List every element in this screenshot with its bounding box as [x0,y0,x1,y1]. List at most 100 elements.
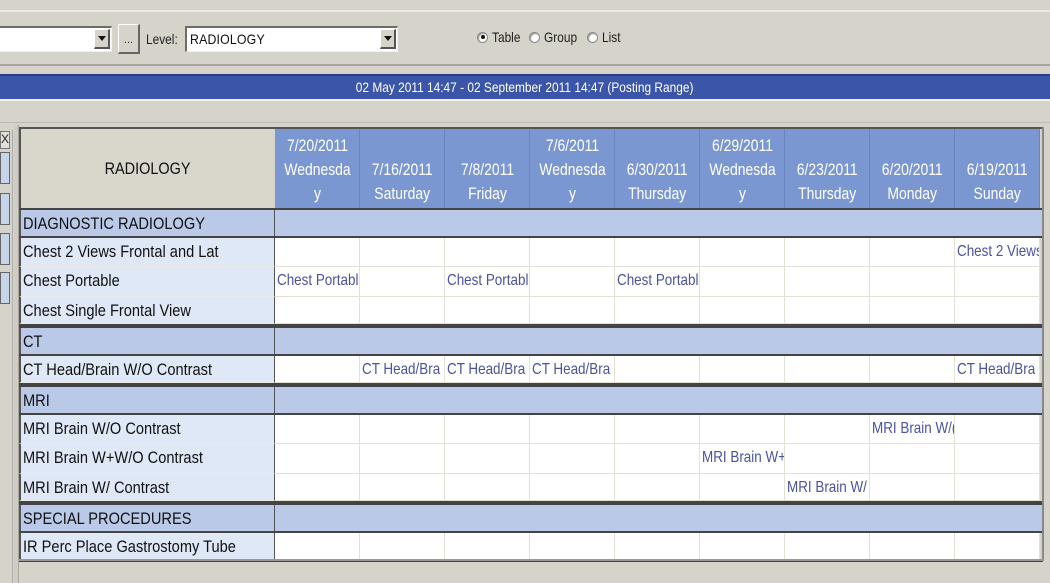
grid-cell[interactable]: MRI Brain W/ [785,473,870,501]
browse-button[interactable]: ... [118,24,140,54]
grid-cell[interactable] [700,296,785,324]
grid-cell[interactable] [360,267,445,297]
level-combo-dropdown-button[interactable] [380,29,396,49]
grid-cell[interactable] [530,444,615,474]
grid-cell[interactable] [615,296,700,324]
grid-cell[interactable] [785,532,870,560]
row-label[interactable]: Chest Single Frontal View [19,296,275,324]
grid-cell[interactable] [870,296,955,324]
left-panel-button-3[interactable] [0,233,10,265]
column-header-date[interactable]: 6/23/2011 Thursday [785,129,870,208]
grid-cell[interactable] [275,473,360,501]
column-header-date[interactable]: 6/30/2011 Thursday [615,129,700,208]
grid-cell[interactable] [275,414,360,444]
column-header-date[interactable]: 6/29/2011 Wednesda y [700,129,785,208]
column-header-date[interactable]: 6/19/2011 Sunday [955,129,1040,208]
grid-cell[interactable]: Chest Portabl [445,267,530,297]
grid-cell[interactable] [700,267,785,297]
grid-cell[interactable] [785,444,870,474]
grid-cell[interactable]: MRI Brain W/( [870,414,955,444]
grid-cell[interactable]: CT Head/Bra [445,355,530,383]
grid-cell[interactable] [615,414,700,444]
row-label[interactable]: MRI Brain W+W/O Contrast [19,444,275,474]
grid-cell[interactable] [445,473,530,501]
grid-cell[interactable] [530,237,615,267]
grid-cell[interactable]: CT Head/Bra [955,355,1040,383]
grid-cell[interactable] [700,414,785,444]
grid-cell[interactable] [360,473,445,501]
radio-table-indicator[interactable] [477,31,488,43]
grid-cell[interactable] [870,237,955,267]
grid-cell[interactable] [445,296,530,324]
grid-cell[interactable] [785,296,870,324]
grid-cell[interactable] [530,296,615,324]
grid-cell[interactable] [955,532,1040,560]
grid-cell[interactable] [615,532,700,560]
grid-cell[interactable] [955,473,1040,501]
grid-cell[interactable] [955,296,1040,324]
level-combo[interactable]: RADIOLOGY [185,26,398,52]
grid-cell[interactable]: Chest Portabl [615,267,700,297]
left-panel-button-4[interactable] [0,272,10,304]
grid-cell[interactable] [785,267,870,297]
grid-cell[interactable] [700,355,785,383]
grid-cell[interactable] [870,267,955,297]
grid-cell[interactable] [955,444,1040,474]
grid-cell[interactable] [870,473,955,501]
grid-cell[interactable] [615,473,700,501]
grid-cell[interactable] [700,473,785,501]
grid-cell[interactable] [530,532,615,560]
row-label[interactable]: MRI Brain W/ Contrast [19,473,275,501]
row-label[interactable]: Chest Portable [19,267,275,297]
close-icon[interactable]: X [0,131,10,149]
grid-cell[interactable]: CT Head/Bra [530,355,615,383]
grid-cell[interactable] [445,237,530,267]
row-label[interactable]: CT Head/Brain W/O Contrast [19,355,275,383]
grid-cell[interactable] [360,237,445,267]
grid-cell[interactable] [275,237,360,267]
grid-cell[interactable] [360,296,445,324]
grid-cell[interactable]: CT Head/Bra [360,355,445,383]
grid-cell[interactable] [785,355,870,383]
grid-cell[interactable] [700,532,785,560]
grid-cell[interactable] [615,355,700,383]
left-panel-button-1[interactable] [0,152,10,184]
grid-cell[interactable] [870,444,955,474]
grid-cell[interactable] [530,414,615,444]
grid-cell[interactable] [700,237,785,267]
filter-combo[interactable] [0,26,112,52]
grid-cell[interactable] [615,444,700,474]
column-header-date[interactable]: 7/6/2011 Wednesda y [530,129,615,208]
row-label[interactable]: MRI Brain W/O Contrast [19,414,275,444]
grid-cell[interactable] [870,532,955,560]
grid-cell[interactable] [530,473,615,501]
radio-list[interactable]: List [587,29,621,45]
column-header-date[interactable]: 7/20/2011 Wednesda y [275,129,360,208]
grid-cell[interactable] [955,414,1040,444]
row-label[interactable]: Chest 2 Views Frontal and Lat [19,237,275,267]
grid-cell[interactable]: Chest 2 Views [955,237,1040,267]
grid-cell[interactable] [615,237,700,267]
column-header-date[interactable]: 7/8/2011 Friday [445,129,530,208]
grid-cell[interactable]: Chest Portabl [275,267,360,297]
grid-cell[interactable]: MRI Brain W+ [700,444,785,474]
radio-group-indicator[interactable] [529,31,541,43]
radio-group[interactable]: Group [529,29,578,45]
grid-cell[interactable] [360,414,445,444]
grid-cell[interactable] [445,444,530,474]
radio-table[interactable]: Table [477,29,520,45]
grid-cell[interactable] [275,355,360,383]
grid-cell[interactable] [360,444,445,474]
row-label[interactable]: IR Perc Place Gastrostomy Tube [19,532,275,560]
left-panel-button-2[interactable] [0,193,10,225]
filter-combo-dropdown-button[interactable] [94,29,110,49]
column-header-date[interactable]: 6/20/2011 Monday [870,129,955,208]
grid-cell[interactable] [275,532,360,560]
grid-cell[interactable] [445,414,530,444]
grid-cell[interactable] [530,267,615,297]
grid-cell[interactable] [360,532,445,560]
grid-cell[interactable] [955,267,1040,297]
grid-cell[interactable] [275,296,360,324]
grid-cell[interactable] [785,237,870,267]
grid-cell[interactable] [785,414,870,444]
